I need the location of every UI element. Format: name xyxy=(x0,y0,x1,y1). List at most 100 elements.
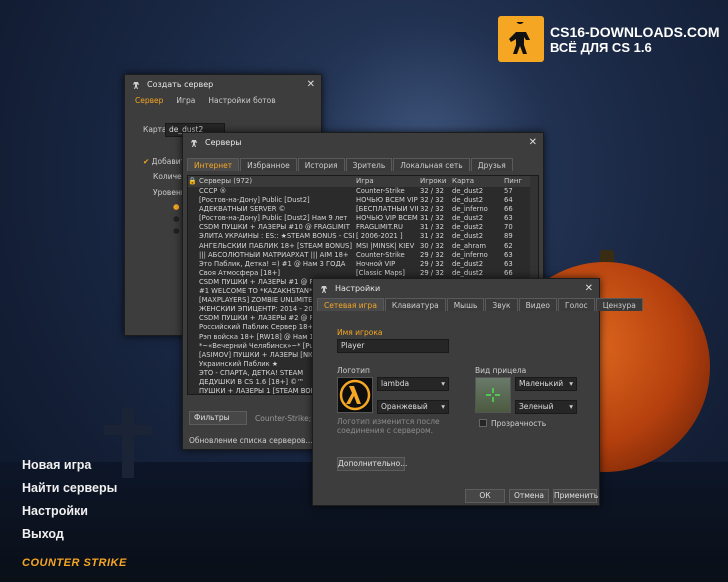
table-row[interactable]: ||| АБСОЛЮТНЫЙ МАТРИАРХАТ ||| AIM 18+ Cou… xyxy=(188,251,538,260)
ok-button[interactable]: ОК xyxy=(465,489,505,503)
close-icon[interactable]: ✕ xyxy=(307,79,315,90)
tab-game[interactable]: Игра xyxy=(170,94,201,107)
tab-video[interactable]: Видео xyxy=(518,298,558,311)
menu-new-game[interactable]: Новая игра xyxy=(22,458,117,481)
crosshair-color-select[interactable]: Зеленый xyxy=(515,400,577,414)
table-row[interactable]: CSDM ПУШКИ + ЛАЗЕРЫ #10 @ FRAGLIMIT FRAGL… xyxy=(188,223,538,232)
advanced-button[interactable]: Дополнительно... xyxy=(337,457,407,471)
settings-titlebar[interactable]: Настройки ✕ xyxy=(313,279,599,297)
table-cell: СССР ® xyxy=(199,187,227,195)
refresh-status: Обновление списка серверов... xyxy=(189,436,313,445)
table-row[interactable]: ЭЛИТА УКРАИНЫ : ES:: ★STEAM BONUS - CSD[… xyxy=(188,232,538,241)
col-game[interactable]: Игра xyxy=(354,176,418,187)
window-title: Создать сервер xyxy=(147,79,214,89)
cs-soldier-icon xyxy=(191,137,197,147)
tab-internet[interactable]: Интернет xyxy=(187,158,240,171)
checkmark-icon: ✔ xyxy=(143,157,152,166)
counter-strike-logo: COUNTER STRIKE xyxy=(22,557,127,569)
logo-color-select[interactable]: Оранжевый xyxy=(377,400,449,414)
bot-level-label: Уровень xyxy=(153,188,186,197)
watermark: CS16-DOWNLOADS.COM ВСЁ ДЛЯ CS 1.6 xyxy=(498,16,720,62)
window-title: Серверы xyxy=(205,137,242,147)
tab-voice[interactable]: Голос xyxy=(558,298,595,311)
col-players[interactable]: Игроки xyxy=(418,176,450,187)
table-cell: 63 xyxy=(504,214,513,223)
table-cell: 29 / 32 xyxy=(420,268,444,277)
menu-settings[interactable]: Настройки xyxy=(22,504,117,527)
table-cell: FRAGLIMIT.RU xyxy=(356,223,404,232)
table-row[interactable]: Своя Атмосфера [18+] [Classic Maps] 29 / 3… xyxy=(188,269,538,278)
table-cell: 63 xyxy=(504,259,513,268)
crosshair-preview xyxy=(475,377,511,413)
logo-select[interactable]: lambda xyxy=(377,377,449,391)
player-name-label: Имя игрока xyxy=(337,328,383,337)
table-cell: ЭЛИТА УКРАИНЫ : ES:: ★STEAM BONUS - CSD xyxy=(199,232,354,241)
table-cell: de_inferno xyxy=(452,205,488,214)
radio-icon[interactable]: ● xyxy=(173,226,180,235)
lambda-logo-icon xyxy=(337,377,373,413)
crosshair-label: Вид прицела xyxy=(475,366,527,375)
table-cell: 31 / 32 xyxy=(420,214,444,223)
col-ping[interactable]: Пинг xyxy=(502,176,530,187)
table-cell: CSDM ПУШКИ + ЛАЗЕРЫ #10 @ FRAGLIMIT xyxy=(199,223,350,232)
logo-label: Логотип xyxy=(337,366,370,375)
table-cell: Своя Атмосфера [18+] xyxy=(199,268,281,277)
menu-exit[interactable]: Выход xyxy=(22,527,117,550)
tab-server[interactable]: Сервер xyxy=(129,94,169,107)
tab-multiplayer[interactable]: Сетевая игра xyxy=(317,298,384,311)
tab-bot-settings[interactable]: Настройки ботов xyxy=(202,94,281,107)
tab-audio[interactable]: Звук xyxy=(485,298,518,311)
table-cell: 57 xyxy=(504,187,513,195)
table-row[interactable]: [Ростов-на-Дону] Public [Dust2] Нам 9 ле… xyxy=(188,214,538,223)
table-cell: ||| АБСОЛЮТНЫЙ МАТРИАРХАТ ||| AIM 18+ xyxy=(199,250,349,259)
table-cell: Это Паблик, Детка! =) #1 @ Нам 3 ГОДА xyxy=(199,259,346,268)
tab-lan[interactable]: Локальная сеть xyxy=(393,158,470,171)
table-cell: [Ростов-на-Дону] Public [Dust2] xyxy=(199,196,310,205)
map-label: Карта xyxy=(143,125,167,134)
radio-icon[interactable]: ● xyxy=(173,214,180,223)
table-cell: de_dust2 xyxy=(452,214,484,223)
table-row[interactable]: АДЕКВАТНЫЙ SERVER © [БЕСПЛАТНЫЙ VIP] 32 / … xyxy=(188,205,538,214)
table-row[interactable]: Это Паблик, Детка! =) #1 @ Нам 3 ГОДА Ноч… xyxy=(188,260,538,269)
apply-button[interactable]: Применить xyxy=(553,489,598,503)
table-cell: 31 / 32 xyxy=(420,232,444,241)
settings-window: Настройки ✕ Сетевая игра Клавиатура Мышь… xyxy=(312,278,643,506)
col-map[interactable]: Карта xyxy=(450,176,502,187)
watermark-tagline: ВСЁ ДЛЯ CS 1.6 xyxy=(550,39,652,55)
tab-censorship[interactable]: Цензура xyxy=(595,298,643,311)
tab-history[interactable]: История xyxy=(297,158,345,171)
table-cell: [Ростов-на-Дону] Public [Dust2] Нам 9 ле… xyxy=(199,214,348,223)
cancel-button[interactable]: Отмена xyxy=(509,489,549,503)
close-icon[interactable]: ✕ xyxy=(585,283,593,294)
tab-keyboard[interactable]: Клавиатура xyxy=(384,298,446,311)
col-servers[interactable]: Серверы (972) xyxy=(196,176,354,187)
player-name-input[interactable]: Player xyxy=(337,339,449,353)
table-row[interactable]: СССР ® Counter-Strike 32 / 32 de_dust2 57 xyxy=(188,187,538,196)
table-cell: 89 xyxy=(504,232,513,241)
table-row[interactable]: [Ростов-на-Дону] Public [Dust2] НОЧЬЮ ВСЕ… xyxy=(188,196,538,205)
filters-button[interactable]: Фильтры xyxy=(189,411,247,425)
tab-friends[interactable]: Друзья xyxy=(470,158,513,171)
tab-mouse[interactable]: Мышь xyxy=(446,298,485,311)
table-cell: 70 xyxy=(504,223,513,232)
cs-soldier-icon xyxy=(321,283,327,293)
add-bots-checkbox[interactable]: ✔ Добавит xyxy=(143,157,185,166)
transparency-checkbox[interactable] xyxy=(479,419,487,427)
close-icon[interactable]: ✕ xyxy=(529,137,537,148)
radio-selected-icon[interactable]: ● xyxy=(173,202,180,211)
table-cell: НОЧЬЮ ВСЕМ VIP xyxy=(356,196,418,205)
tab-favorites[interactable]: Избранное xyxy=(240,158,297,171)
grave-cross xyxy=(122,408,134,478)
servers-titlebar[interactable]: Серверы ✕ xyxy=(183,133,543,151)
table-cell: 66 xyxy=(504,205,513,214)
create-server-titlebar[interactable]: Создать сервер ✕ xyxy=(125,75,321,93)
table-cell: 30 / 32 xyxy=(420,241,444,250)
table-cell: НОЧЬЮ VIP ВСЕМ xyxy=(356,214,418,223)
table-row[interactable]: АНГЕЛЬСКИЙ ПАБЛИК 18+ [STEAM BONUS] MSI |… xyxy=(188,242,538,251)
transparency-label: Прозрачность xyxy=(491,419,547,428)
tab-spectator[interactable]: Зритель xyxy=(345,158,393,171)
crosshair-size-select[interactable]: Маленький xyxy=(515,377,577,391)
menu-find-servers[interactable]: Найти серверы xyxy=(22,481,117,504)
table-cell: de_dust2 xyxy=(452,196,484,205)
table-cell: 29 / 32 xyxy=(420,250,444,259)
